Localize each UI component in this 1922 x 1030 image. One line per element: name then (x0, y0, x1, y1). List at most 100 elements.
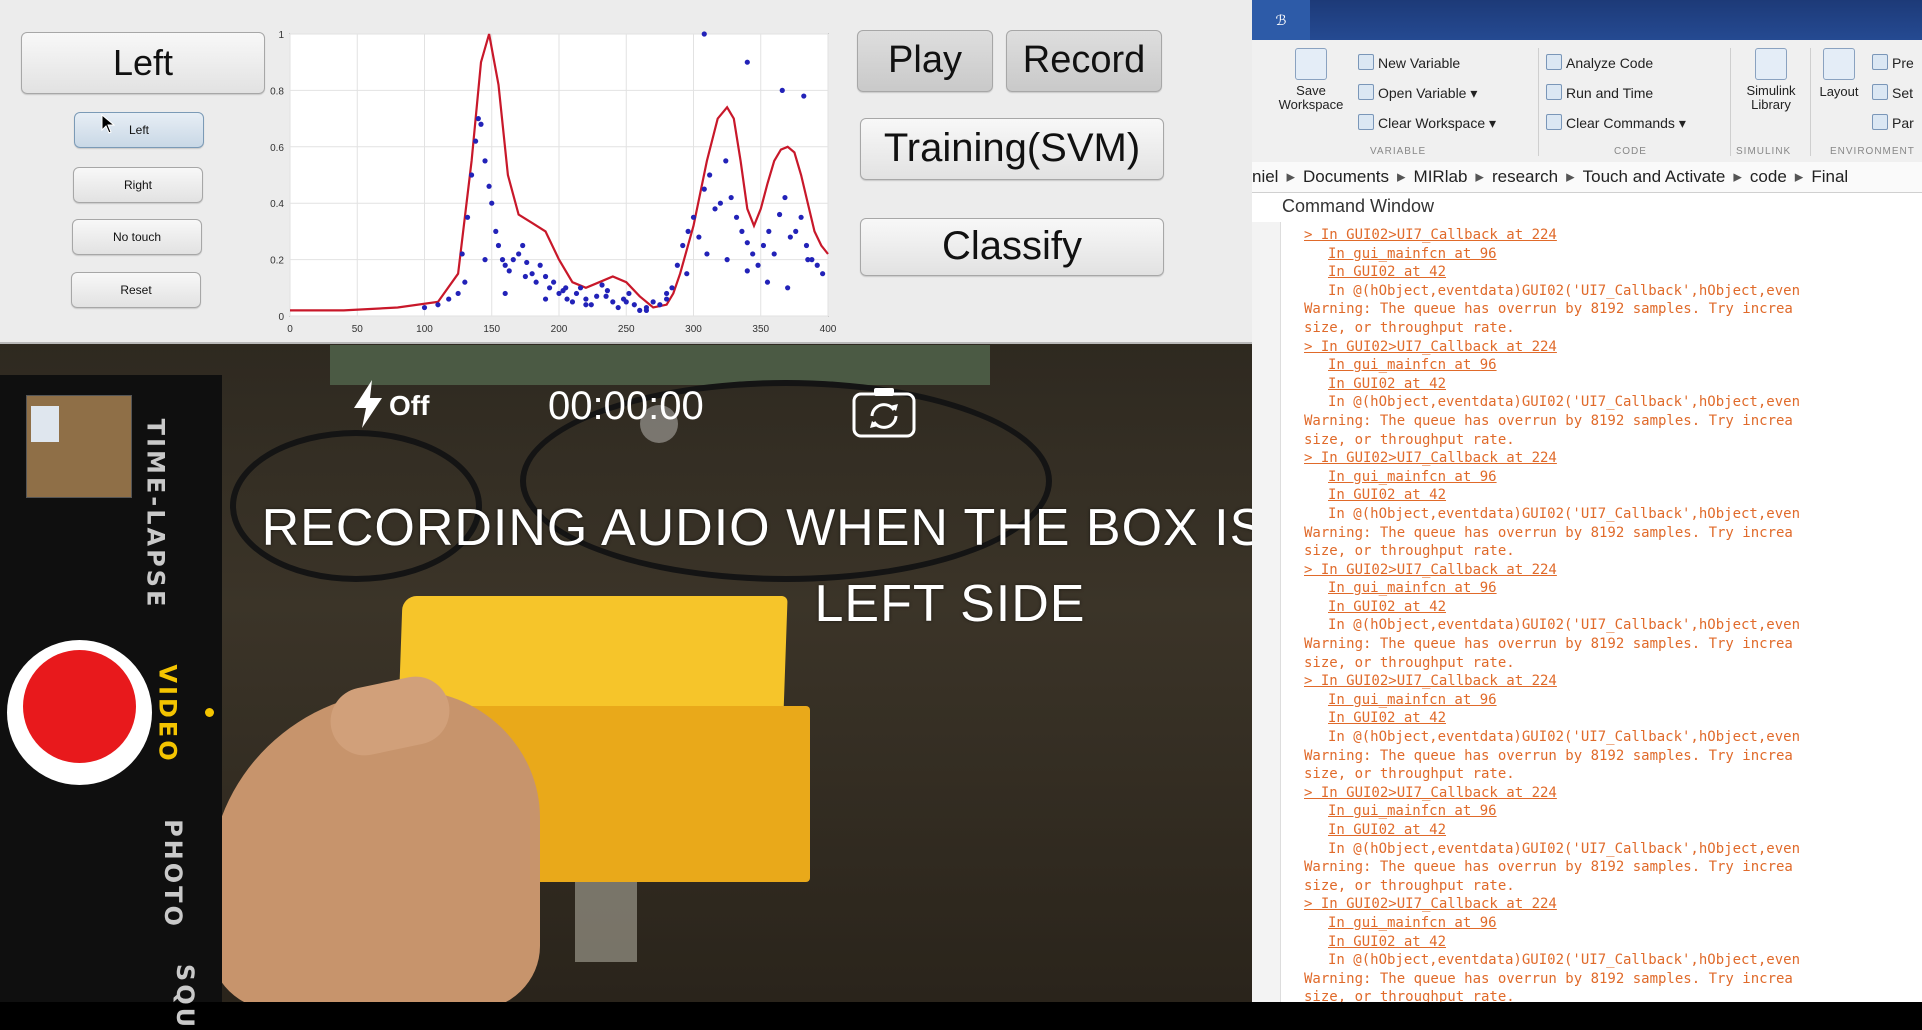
command-window[interactable]: > In GUI02>UI7_Callback at 224 In gui_mai… (1252, 222, 1922, 1002)
layout-icon (1823, 48, 1855, 80)
command-window-scrollbar[interactable] (1252, 222, 1281, 1002)
run-and-time-button[interactable]: Run and Time (1546, 84, 1653, 101)
parallel-button[interactable]: Par (1872, 114, 1914, 131)
x-tick-label: 100 (416, 324, 433, 335)
scatter-point (750, 251, 756, 257)
command-output-line[interactable]: In GUI02 at 42 (1304, 598, 1800, 617)
left-button[interactable]: Left (74, 112, 204, 148)
breadcrumb-segment[interactable]: Final (1811, 167, 1848, 186)
scatter-point (637, 307, 643, 313)
flash-label[interactable]: Off (389, 390, 429, 422)
scatter-point (473, 138, 479, 144)
clear-commands-button[interactable]: Clear Commands ▾ (1546, 114, 1686, 132)
command-window-title: Command Window (1282, 196, 1435, 216)
command-output-line[interactable]: > In GUI02>UI7_Callback at 224 (1304, 338, 1800, 357)
command-output-line[interactable]: > In GUI02>UI7_Callback at 224 (1304, 449, 1800, 468)
breadcrumb-segment[interactable]: Touch and Activate (1583, 167, 1726, 186)
command-output-line: In @(hObject,eventdata)GUI02('UI7_Callba… (1328, 617, 1801, 634)
simulink-library-button[interactable]: Simulink Library (1736, 48, 1806, 112)
command-output-line[interactable]: In GUI02 at 42 (1304, 375, 1800, 394)
command-output-line: size, or throughput rate. (1304, 543, 1515, 560)
command-output-line: size, or throughput rate. (1304, 654, 1515, 671)
scatter-point (478, 121, 484, 127)
command-output-line[interactable]: In GUI02 at 42 (1304, 933, 1800, 952)
record-video-button[interactable] (23, 650, 136, 763)
breadcrumb-segment[interactable]: research (1492, 167, 1558, 186)
analyze-code-button[interactable]: Analyze Code (1546, 54, 1653, 71)
layout-button[interactable]: Layout (1814, 48, 1864, 99)
breadcrumb-segment[interactable]: MIRlab (1414, 167, 1468, 186)
command-output-line[interactable]: In gui_mainfcn at 96 (1304, 468, 1800, 487)
group-label-environment: ENVIRONMENT (1830, 146, 1915, 157)
command-output-line[interactable]: > In GUI02>UI7_Callback at 224 (1304, 895, 1800, 914)
command-output-line[interactable]: In GUI02 at 42 (1304, 486, 1800, 505)
breadcrumb-segment[interactable]: code (1750, 167, 1787, 186)
command-output-line[interactable]: In GUI02 at 42 (1304, 263, 1800, 282)
current-folder-breadcrumb[interactable]: niel ▸ Documents ▸ MIRlab ▸ research ▸ Touch and… (1252, 162, 1922, 193)
scatter-point (522, 273, 528, 280)
simulink-library-label: Simulink Library (1746, 83, 1796, 112)
preferences-button[interactable]: Pre (1872, 54, 1914, 71)
record-timer: 00:00:00 (548, 384, 704, 428)
breadcrumb-segment[interactable]: Documents (1303, 167, 1389, 186)
switch-camera-icon[interactable] (852, 386, 916, 438)
scatter-point (744, 240, 750, 246)
scatter-point (435, 302, 441, 308)
matlab-tab[interactable]: ℬ (1252, 0, 1310, 40)
audio-spectrum-plot: 0 50 100 150 200 250 300 350 400 0 0.2 0.4 0.6 0.8 1 (270, 30, 837, 335)
mode-video[interactable]: VIDEO (154, 664, 182, 763)
clear-workspace-button[interactable]: Clear Workspace ▾ (1358, 114, 1496, 132)
open-variable-button[interactable]: Open Variable ▾ (1358, 84, 1477, 102)
scatter-point (464, 214, 471, 220)
command-output-line[interactable]: > In GUI02>UI7_Callback at 224 (1304, 561, 1800, 580)
mode-time-lapse[interactable]: TIME-LAPSE (141, 419, 169, 610)
analyze-code-label: Analyze Code (1566, 55, 1654, 71)
training-svm-button[interactable]: Training(SVM) (860, 118, 1164, 180)
focus-indicator (640, 405, 678, 443)
play-button[interactable]: Play (857, 30, 993, 92)
parallel-label: Par (1892, 115, 1914, 131)
scatter-point (798, 214, 804, 220)
reset-button[interactable]: Reset (71, 272, 201, 308)
record-button[interactable]: Record (1006, 30, 1162, 92)
command-output-line[interactable]: In gui_mainfcn at 96 (1304, 691, 1800, 710)
command-output-line[interactable]: In gui_mainfcn at 96 (1304, 245, 1800, 264)
command-output-line[interactable]: > In GUI02>UI7_Callback at 224 (1304, 226, 1800, 245)
last-capture-thumbnail[interactable] (26, 395, 132, 498)
flash-icon[interactable] (348, 378, 388, 430)
no-touch-button[interactable]: No touch (72, 219, 202, 255)
right-button[interactable]: Right (73, 167, 203, 203)
new-variable-button[interactable]: New Variable (1358, 54, 1460, 71)
command-output-line[interactable]: In gui_mainfcn at 96 (1304, 579, 1800, 598)
classify-button[interactable]: Classify (860, 218, 1164, 276)
scatter-point (803, 242, 810, 249)
command-output-line[interactable]: In gui_mainfcn at 96 (1304, 914, 1800, 933)
mode-square[interactable]: SQU (171, 964, 199, 1030)
scatter-point (462, 279, 468, 285)
command-output-line[interactable]: > In GUI02>UI7_Callback at 224 (1304, 672, 1800, 691)
scatter-point (569, 299, 576, 305)
command-output-line: In @(hObject,eventdata)GUI02('UI7_Callba… (1328, 282, 1801, 299)
camera-top-bar: Off 00:00:00 (322, 372, 802, 454)
command-output-line[interactable]: > In GUI02>UI7_Callback at 224 (1304, 784, 1800, 803)
breadcrumb-segment[interactable]: niel (1252, 167, 1278, 186)
command-output-line[interactable]: In gui_mainfcn at 96 (1304, 356, 1800, 375)
save-workspace-button[interactable]: Save Workspace (1276, 48, 1346, 112)
clear-workspace-label: Clear Workspace ▾ (1378, 115, 1497, 131)
command-output-line: size, or throughput rate. (1304, 431, 1515, 448)
mode-photo[interactable]: PHOTO (159, 819, 187, 929)
y-tick-label: 0.8 (270, 86, 284, 97)
record-button-ring (7, 640, 152, 785)
new-variable-label: New Variable (1378, 55, 1461, 71)
analyze-code-icon (1546, 54, 1562, 70)
breadcrumb-separator: ▸ (1286, 167, 1296, 186)
command-output-line: Warning: The queue has overrun by 8192 s… (1304, 412, 1793, 429)
command-output-line[interactable]: In GUI02 at 42 (1304, 709, 1800, 728)
command-output-line[interactable]: In GUI02 at 42 (1304, 821, 1800, 840)
breadcrumb-separator: ▸ (1794, 167, 1804, 186)
command-output-line: In @(hObject,eventdata)GUI02('UI7_Callba… (1328, 729, 1801, 746)
scatter-point (573, 290, 580, 297)
set-path-button[interactable]: Set (1872, 84, 1913, 101)
command-output-line[interactable]: In gui_mainfcn at 96 (1304, 802, 1800, 821)
scatter-point (664, 296, 670, 302)
